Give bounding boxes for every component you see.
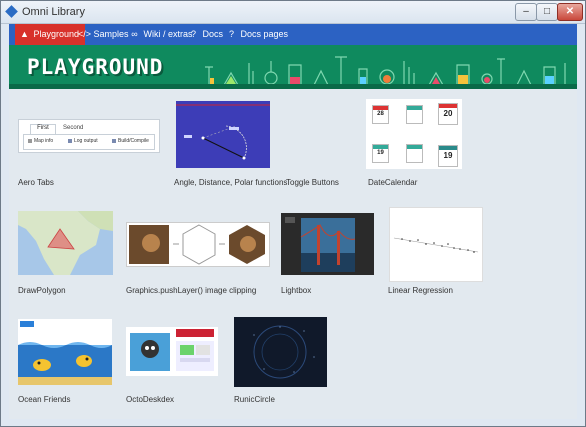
tile-label-octodeskdex[interactable]: OctoDeskdex <box>126 395 174 404</box>
nav-label-playground: Playground <box>33 29 80 39</box>
app-logo-icon <box>5 5 18 18</box>
nav-label-docs-pages: Docs pages <box>240 29 289 39</box>
ocean-preview-graphic <box>18 321 112 385</box>
calendar-day-6: 19 <box>438 145 458 167</box>
aero-panel: Map info Log output Build/Compile <box>23 134 155 150</box>
tile-label-toggle-buttons[interactable]: Toggle Buttons <box>286 178 339 187</box>
close-button[interactable]: ✕ <box>557 3 583 21</box>
samples-grid: First Second Map info Log output Build/C… <box>9 89 577 419</box>
calendar-day-2 <box>406 105 423 124</box>
tile-label-datecalendar[interactable]: DateCalendar <box>368 178 417 187</box>
tile-label-graphics-pushlayer[interactable]: Graphics.pushLayer() image clipping <box>126 286 256 295</box>
calendar-day-1: 28 <box>372 105 389 124</box>
polar-preview-graphic <box>176 104 270 160</box>
runic-preview-graphic <box>253 325 315 379</box>
link-icon: ∞ <box>131 29 138 39</box>
nav-bar: ▲ Playground </> Samples ∞ Wiki / extras… <box>9 24 577 45</box>
app-window: Omni Library – □ ✕ ▲ Playground </> Samp… <box>0 0 586 427</box>
help-icon: ? <box>190 29 196 39</box>
clipping-preview-graphic <box>129 224 265 265</box>
tile-label-runiccircle[interactable]: RunicCircle <box>234 395 275 404</box>
tile-label-drawpolygon[interactable]: DrawPolygon <box>18 286 66 295</box>
tile-thumb-aero-tabs[interactable]: First Second Map info Log output Build/C… <box>18 119 160 153</box>
calendar-day-4: 19 <box>372 144 389 163</box>
tile-thumb-graphics-pushlayer[interactable] <box>126 222 270 267</box>
nav-label-docs: Docs <box>202 29 224 39</box>
tile-label-lightbox[interactable]: Lightbox <box>281 286 311 295</box>
aero-tab-second: Second <box>63 125 84 131</box>
octodeskdex-preview-graphic <box>126 327 218 376</box>
code-icon: </> <box>78 29 92 39</box>
tile-thumb-ocean-friends[interactable] <box>18 319 112 385</box>
nav-label-samples: Samples <box>93 29 129 39</box>
help-icon: ? <box>228 29 234 39</box>
minimize-button[interactable]: – <box>515 3 537 21</box>
tile-label-ocean-friends[interactable]: Ocean Friends <box>18 395 70 404</box>
nav-item-wiki[interactable]: ∞ Wiki / extras <box>128 24 193 45</box>
nav-label-wiki: Wiki / extras <box>143 29 193 39</box>
tile-thumb-drawpolygon[interactable] <box>18 211 113 275</box>
map-preview-graphic <box>18 211 113 275</box>
title-bar[interactable]: Omni Library – □ ✕ <box>1 1 585 24</box>
flask-icon: ▲ <box>20 29 29 39</box>
playground-banner: PLAYGROUND <box>9 45 577 89</box>
tile-label-aero-tabs[interactable]: Aero Tabs <box>18 178 54 187</box>
aero-item-map: Map info <box>28 138 53 144</box>
tile-thumb-octodeskdex[interactable] <box>126 327 218 376</box>
maximize-button[interactable]: □ <box>536 3 558 21</box>
tile-thumb-lightbox[interactable] <box>281 213 374 275</box>
regression-preview-graphic <box>393 237 479 253</box>
aero-item-log: Log output <box>68 138 98 144</box>
tile-label-linear-regression[interactable]: Linear Regression <box>388 286 453 295</box>
lightbox-preview-graphic <box>285 217 356 272</box>
tile-thumb-linear-regression[interactable] <box>389 207 483 282</box>
tile-thumb-datecalendar[interactable]: 28 20 19 19 <box>366 99 462 169</box>
lab-equipment-illustration <box>205 56 566 86</box>
window-title: Omni Library <box>22 6 85 18</box>
calendar-day-3: 20 <box>438 103 458 125</box>
aero-item-build: Build/Compile <box>112 138 149 144</box>
nav-item-playground[interactable]: ▲ Playground <box>15 24 86 45</box>
nav-item-docs[interactable]: ? Docs <box>187 24 223 45</box>
nav-item-samples[interactable]: </> Samples <box>78 24 129 45</box>
tile-thumb-angle-distance[interactable] <box>176 101 270 168</box>
nav-item-docs-pages[interactable]: ? Docs pages <box>225 24 288 45</box>
tile-thumb-runiccircle[interactable] <box>234 317 327 387</box>
calendar-day-5 <box>406 144 423 163</box>
tile-label-angle-distance[interactable]: Angle, Distance, Polar functions <box>174 178 287 187</box>
